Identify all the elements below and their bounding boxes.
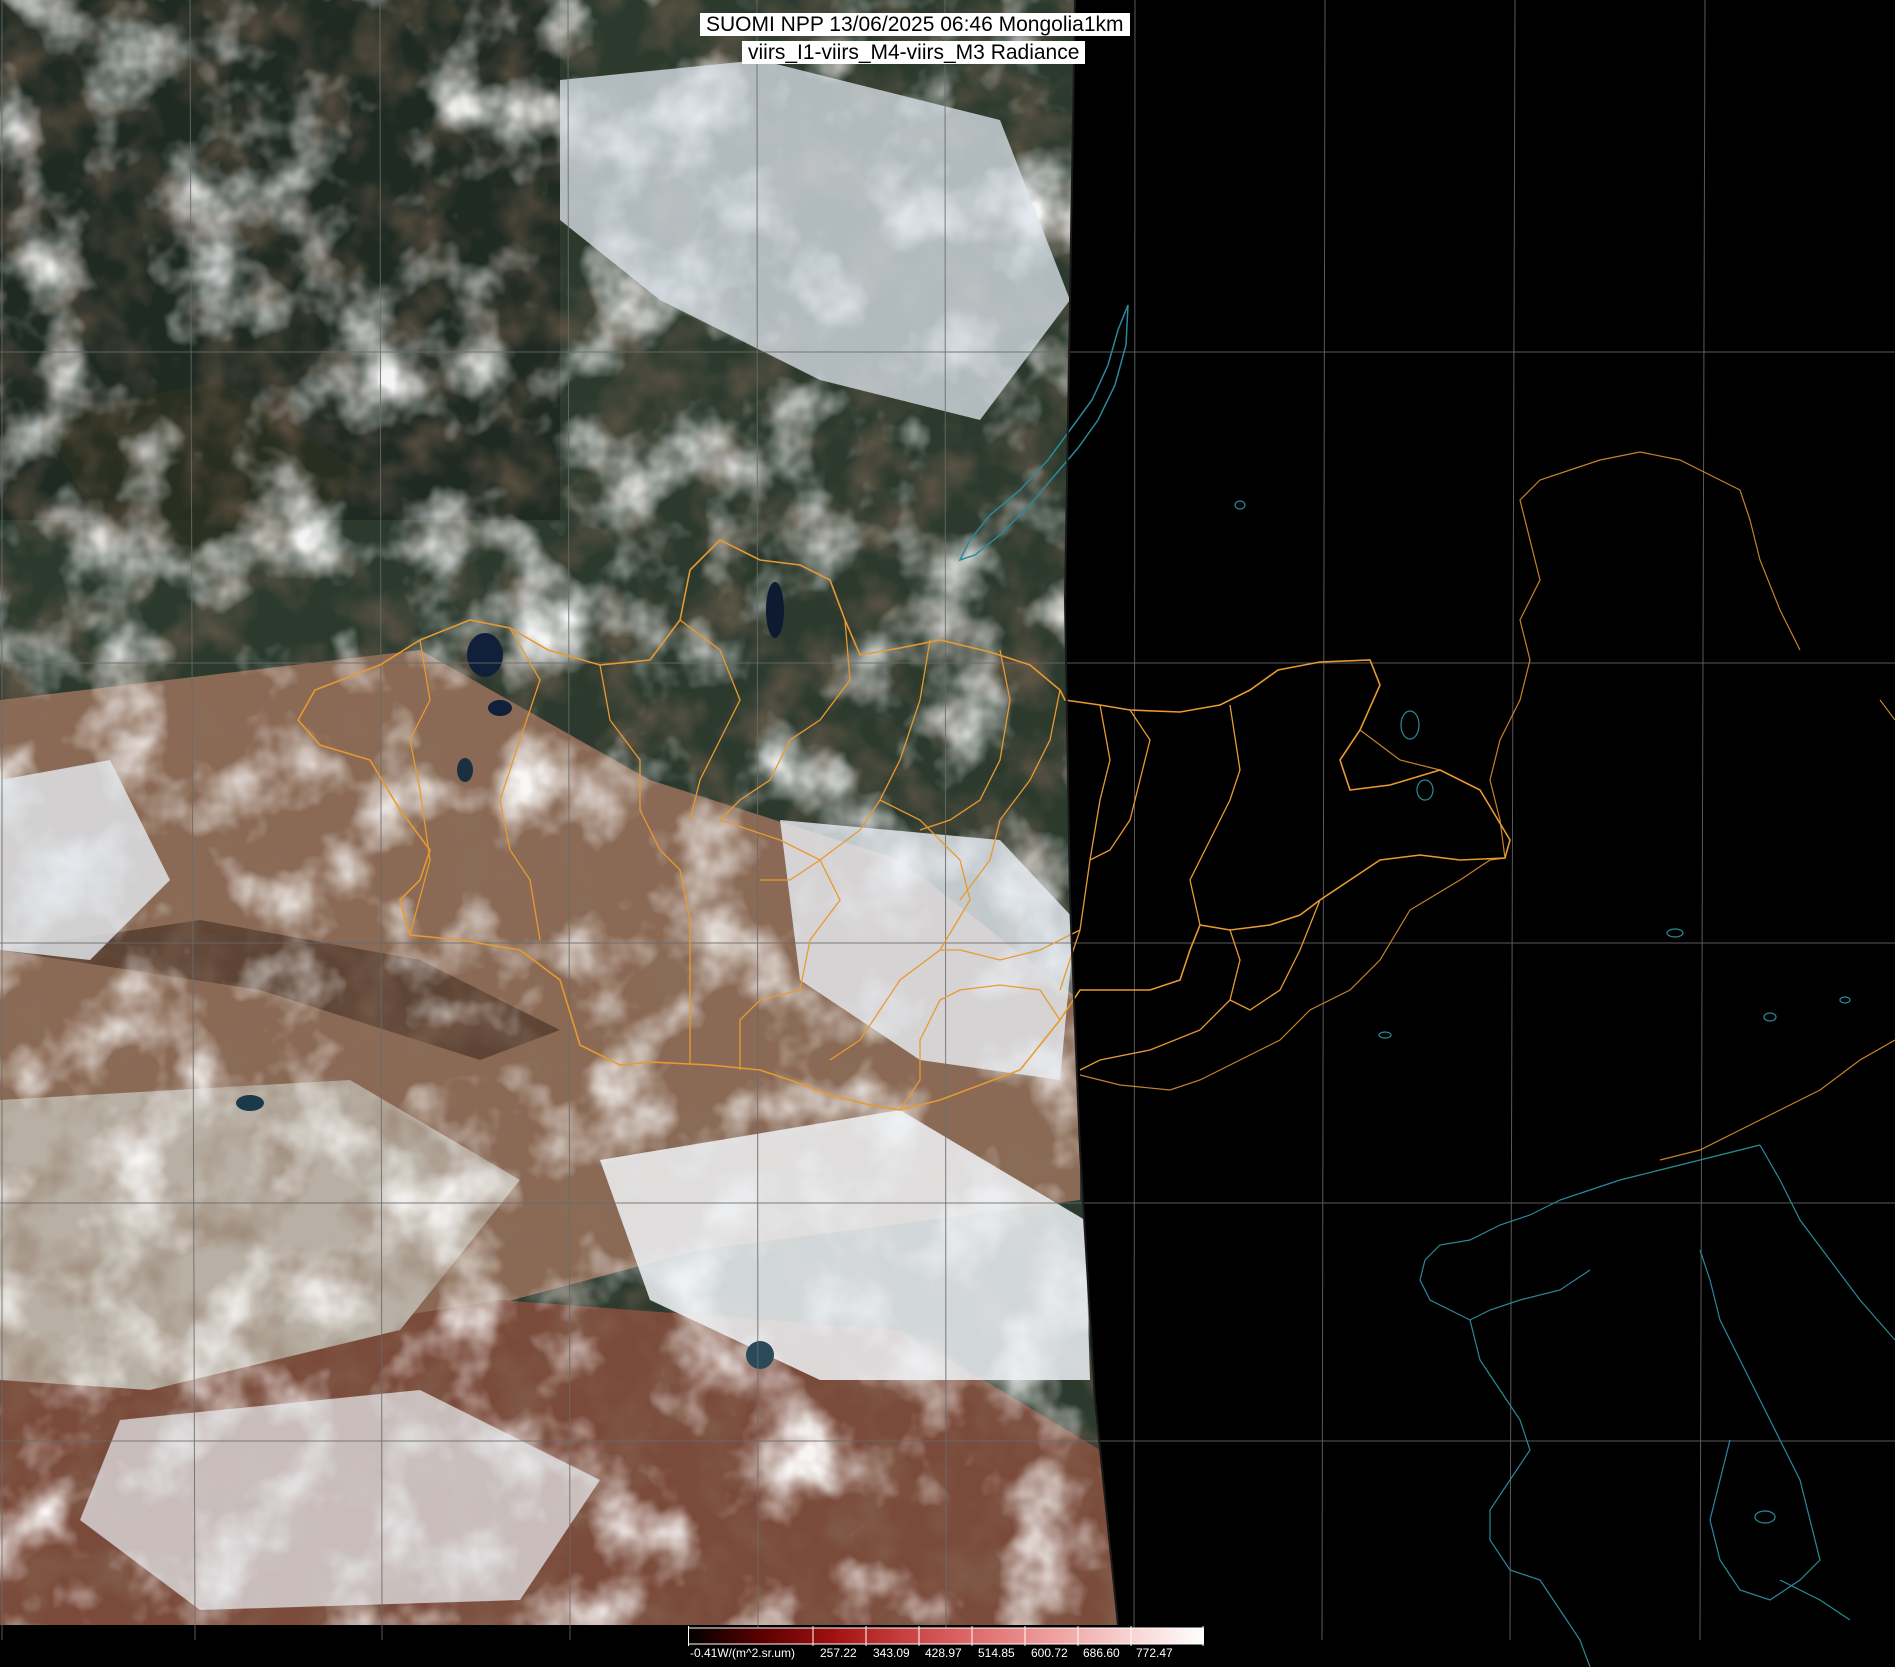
- satellite-map: [0, 0, 1895, 1667]
- colorbar-tick-label: 257.22: [820, 1646, 857, 1660]
- lake: [467, 633, 503, 677]
- colorbar-tick-label: 600.72: [1031, 1646, 1068, 1660]
- satellite-swath: [0, 0, 1118, 1625]
- colorbar-gradient: [688, 1627, 1204, 1645]
- colorbar-tick-label: 686.60: [1083, 1646, 1120, 1660]
- colorbar-tick-label: 428.97: [925, 1646, 962, 1660]
- lake: [236, 1095, 264, 1111]
- colorbar-tick-label: 514.85: [978, 1646, 1015, 1660]
- colorbar-tick-label: 772.47: [1136, 1646, 1173, 1660]
- colorbar-tick-label: 343.09: [873, 1646, 910, 1660]
- lake: [766, 582, 784, 638]
- colorbar-unit-label: -0.41W/(m^2.sr.um): [690, 1646, 795, 1660]
- map-title-line1: SUOMI NPP 13/06/2025 06:46 Mongolia1km: [700, 13, 1130, 36]
- map-title-line2: viirs_I1-viirs_M4-viirs_M3 Radiance: [742, 41, 1086, 64]
- lake: [488, 700, 512, 716]
- lake: [457, 758, 473, 782]
- lake: [746, 1341, 774, 1369]
